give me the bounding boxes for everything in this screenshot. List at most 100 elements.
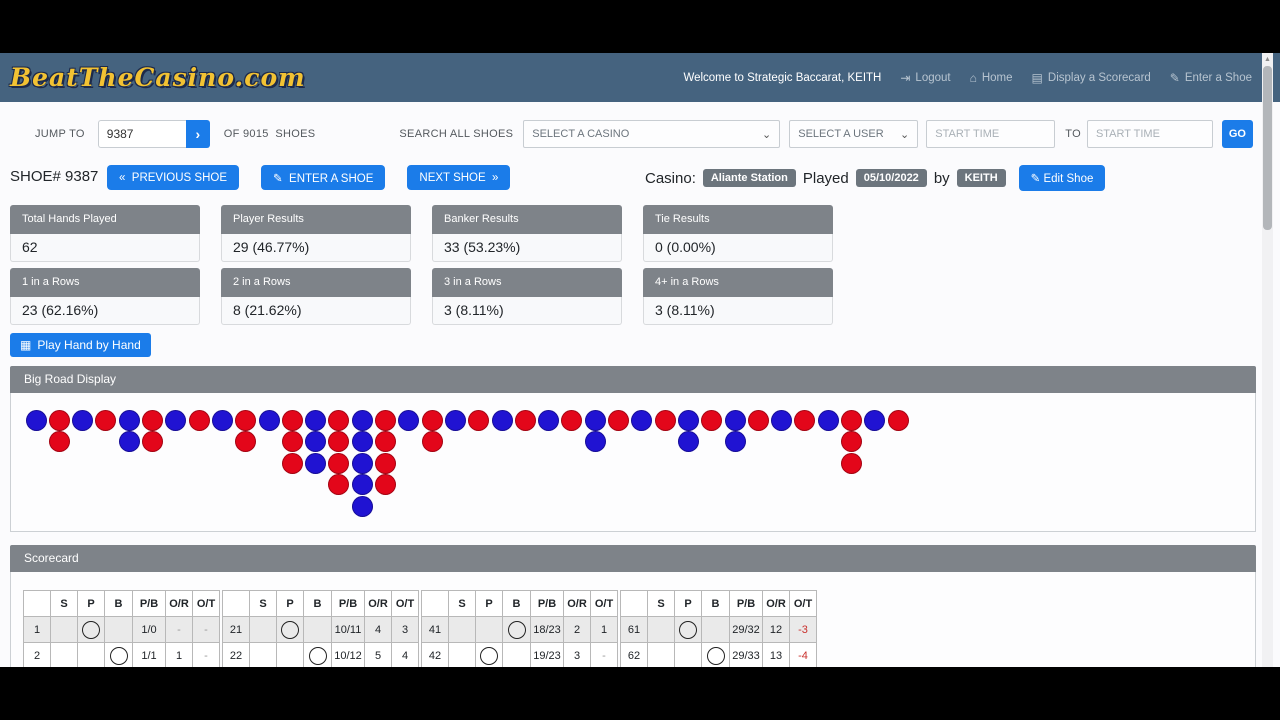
scorecard-col-header: O/T: [391, 590, 419, 617]
list-icon: ▦: [20, 338, 32, 352]
stat-card: Total Hands Played 62: [10, 205, 200, 262]
played-date-badge: 05/10/2022: [855, 169, 927, 187]
scorecard-col-header: P/B: [729, 590, 763, 617]
banker-dot: [328, 409, 350, 431]
banker-dot: [281, 431, 303, 453]
player-dot: [631, 409, 653, 431]
or-count-cell: 3: [563, 642, 591, 667]
jump-to-label: JUMP TO: [35, 128, 85, 140]
previous-shoe-button[interactable]: « PREVIOUS SHOE: [107, 165, 240, 190]
result-b-cell: [502, 616, 531, 643]
go-button[interactable]: GO: [1221, 120, 1253, 148]
page-scrollbar[interactable]: ▲: [1262, 53, 1273, 667]
scorecard-col-header: B: [701, 590, 730, 617]
stat-card-value: 3 (8.11%): [643, 297, 833, 325]
ot-count-cell: -3: [789, 616, 817, 643]
site-logo[interactable]: BeatTheCasino.com: [10, 63, 306, 92]
stat-card-value: 23 (62.16%): [10, 297, 200, 325]
player-dot: [258, 409, 280, 431]
result-circle-icon: [706, 646, 725, 665]
or-count-cell: 12: [762, 616, 790, 643]
banker-dot: [841, 409, 862, 431]
navbar-links: ⇥ Logout ⌂ Home ▤ Display a Scorecard ✎ Enter a…: [900, 71, 1252, 85]
banker-dot: [841, 452, 862, 474]
top-navbar: BeatTheCasino.com Welcome to Strategic B…: [0, 53, 1280, 102]
next-shoe-button[interactable]: NEXT SHOE »: [407, 165, 511, 190]
scorecard-col-header: [222, 590, 250, 617]
pb-count-cell: 1/1: [132, 642, 166, 667]
nav-link-label: Enter a Shoe: [1184, 71, 1252, 84]
play-hand-by-hand-button[interactable]: ▦ Play Hand by Hand: [10, 333, 151, 357]
user-select[interactable]: SELECT A USER ⌄: [789, 120, 919, 148]
hand-number-cell: 2: [23, 642, 51, 667]
hand-number-cell: 62: [620, 642, 648, 667]
banker-dot: [142, 409, 163, 431]
stat-card: Player Results 29 (46.77%): [221, 205, 411, 262]
page-content: BeatTheCasino.com Welcome to Strategic B…: [0, 53, 1280, 667]
scorecard-row: 21 10/11 4 3: [222, 616, 419, 643]
start-time-input[interactable]: [926, 120, 1056, 148]
result-circle-icon: [82, 620, 100, 639]
player-dot: [351, 431, 373, 453]
result-p-cell: [77, 616, 105, 643]
nav-link-logout[interactable]: ⇥ Logout: [900, 71, 950, 85]
jump-go-button[interactable]: ›: [185, 120, 210, 148]
pb-count-cell: 10/12: [331, 642, 365, 667]
stat-card-label: Tie Results: [643, 205, 833, 234]
result-circle-icon: [507, 620, 526, 639]
player-dot: [538, 409, 560, 431]
nav-link-home[interactable]: ⌂ Home: [970, 71, 1013, 85]
scrollbar-thumb[interactable]: [1263, 66, 1272, 230]
stat-card-label: 4+ in a Rows: [643, 268, 833, 297]
end-time-input[interactable]: [1086, 120, 1213, 148]
ot-count-cell: -: [192, 616, 220, 643]
result-p-cell: [475, 642, 503, 667]
scorecard-col-header: S: [448, 590, 476, 617]
banker-dot: [654, 409, 676, 431]
scorecard-table: S P B P/B O/R O/T 21 10/11 4 3 22 10/12 5 4: [222, 590, 419, 667]
hand-number-cell: 41: [421, 616, 449, 643]
scorecard-col-header: S: [647, 590, 675, 617]
by-label: by: [933, 169, 950, 187]
or-count-cell: 5: [364, 642, 392, 667]
banker-dot: [561, 409, 583, 431]
player-dot: [677, 431, 699, 453]
scorecard-col-header: P: [276, 590, 304, 617]
scorecard-table: S P B P/B O/R O/T 41 18/23 2 1 42 19/23 3-: [421, 590, 618, 667]
result-b-cell: [303, 642, 332, 667]
scorecard-panel: Scorecard S P B P/B O/R O/T 1 1/0- -2 1/1 1- S P B P/B…: [10, 545, 1256, 667]
banker-dot: [747, 409, 769, 431]
result-circle-icon: [281, 620, 299, 639]
scorecard-row: 1 1/0- -: [23, 616, 220, 643]
nav-link-enter-a-shoe[interactable]: ✎ Enter a Shoe: [1170, 71, 1252, 85]
scorecard-col-header: [620, 590, 648, 617]
ot-count-cell: -4: [789, 642, 817, 667]
jump-to-input[interactable]: [97, 120, 186, 148]
scorecard-col-header: P: [475, 590, 503, 617]
banker-dot: [375, 452, 396, 474]
enter-a-shoe-button[interactable]: ✎ ENTER A SHOE: [261, 165, 386, 190]
shoe-count-label: OF 9015 SHOES: [223, 128, 316, 140]
banker-dot: [608, 409, 629, 431]
stat-card-label: 3 in a Rows: [432, 268, 622, 297]
edit-shoe-button[interactable]: ✎ Edit Shoe: [1018, 165, 1106, 191]
nav-link-display-a-scorecard[interactable]: ▤ Display a Scorecard: [1032, 71, 1151, 85]
scorecard-body: S P B P/B O/R O/T 1 1/0- -2 1/1 1- S P B P/B O/R O/T 21 10…: [10, 572, 1256, 667]
stats-row-2: 1 in a Rows 23 (62.16%) 2 in a Rows 8 (21.6…: [10, 268, 833, 325]
result-s-cell: [647, 642, 675, 667]
player-dot: [817, 409, 839, 431]
casino-select[interactable]: SELECT A CASINO ⌄: [523, 120, 781, 148]
scorecard-col-header: S: [249, 590, 277, 617]
player-dot: [677, 409, 699, 431]
home-icon: ⌂: [969, 70, 977, 85]
banker-dot: [281, 409, 303, 431]
nav-link-label: Display a Scorecard: [1047, 71, 1151, 84]
result-circle-icon: [679, 620, 697, 639]
casino-info: Casino: Aliante Station Played 05/10/202…: [645, 165, 1106, 191]
banker-dot: [841, 431, 862, 453]
player-dot: [864, 409, 886, 431]
result-s-cell: [249, 642, 277, 667]
banker-dot: [328, 431, 350, 453]
player-dot: [351, 495, 373, 517]
scrollbar-up-arrow-icon[interactable]: ▲: [1262, 53, 1273, 66]
